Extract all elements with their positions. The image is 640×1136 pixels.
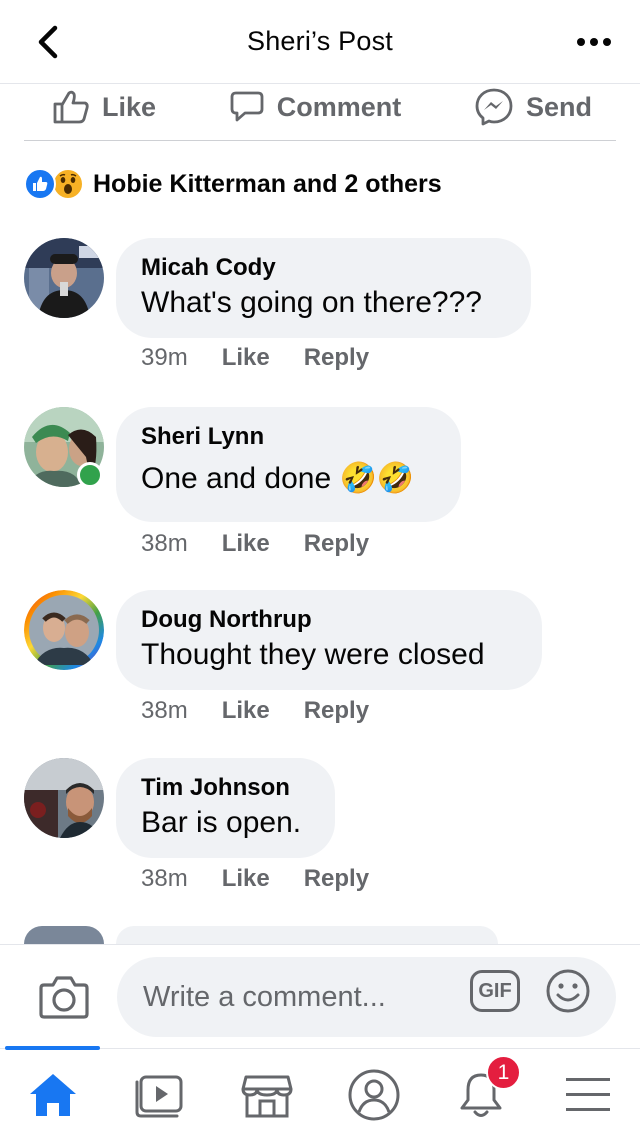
comment-composer: Write a comment... GIF bbox=[0, 944, 640, 1048]
commenter-name[interactable]: Doug Northrup bbox=[141, 606, 516, 634]
commenter-name[interactable]: Micah Cody bbox=[141, 254, 505, 282]
smiley-icon bbox=[546, 969, 590, 1013]
comment-meta: 38m Like Reply bbox=[141, 697, 369, 725]
reactions-summary[interactable]: Hobie Kitterman and 2 others bbox=[24, 164, 442, 204]
tab-menu[interactable] bbox=[558, 1067, 618, 1123]
comment-reply-button[interactable]: Reply bbox=[304, 530, 369, 558]
comment-meta: 38m Like Reply bbox=[141, 865, 369, 893]
bottom-tab-bar: 1 bbox=[0, 1046, 640, 1136]
comment-meta: 39m Like Reply bbox=[141, 344, 369, 372]
watch-icon bbox=[135, 1075, 183, 1118]
comment-input[interactable]: Write a comment... bbox=[117, 957, 616, 1037]
menu-icon bbox=[566, 1078, 610, 1111]
comment-like-button[interactable]: Like bbox=[222, 530, 270, 558]
wow-reaction-icon bbox=[52, 168, 84, 200]
comment-text: Thought they were closed bbox=[141, 638, 485, 671]
active-tab-indicator bbox=[5, 1046, 100, 1050]
tab-profile[interactable] bbox=[344, 1067, 404, 1123]
marketplace-icon bbox=[241, 1075, 293, 1118]
avatar[interactable] bbox=[24, 590, 104, 670]
comment-time: 38m bbox=[141, 865, 188, 892]
comment-bubble[interactable] bbox=[116, 926, 498, 944]
comment-text: Bar is open. bbox=[141, 806, 302, 839]
comment-icon bbox=[230, 91, 264, 122]
back-button[interactable] bbox=[28, 22, 68, 62]
comment-meta: 38m Like Reply bbox=[141, 530, 369, 558]
post-header: Sheri’s Post bbox=[0, 0, 640, 84]
tab-home[interactable] bbox=[23, 1067, 83, 1123]
comment-button[interactable]: Comment bbox=[229, 90, 402, 124]
comment-like-button[interactable]: Like bbox=[222, 697, 270, 725]
comment-bubble[interactable]: Sheri Lynn One and done 🤣🤣 bbox=[116, 407, 461, 522]
tab-watch[interactable] bbox=[130, 1067, 190, 1123]
comment-bubble[interactable]: Doug Northrup Thought they were closed bbox=[116, 590, 542, 690]
camera-button[interactable] bbox=[38, 973, 90, 1021]
comment-bubble[interactable]: Micah Cody What's going on there??? bbox=[116, 238, 531, 338]
reactions-text: Hobie Kitterman and 2 others bbox=[93, 169, 442, 198]
avatar[interactable] bbox=[24, 758, 104, 838]
comment-like-button[interactable]: Like bbox=[222, 344, 270, 372]
profile-icon bbox=[348, 1069, 400, 1121]
messenger-icon bbox=[475, 88, 513, 126]
comment-text: One and done 🤣🤣 bbox=[141, 462, 415, 495]
gif-button[interactable]: GIF bbox=[470, 970, 520, 1012]
commenter-name[interactable]: Sheri Lynn bbox=[141, 423, 435, 451]
post-actions: Like Comment Send bbox=[24, 84, 616, 141]
comment-time: 39m bbox=[141, 344, 188, 371]
send-label: Send bbox=[525, 91, 592, 122]
comment-time: 38m bbox=[141, 697, 188, 724]
camera-icon bbox=[39, 976, 89, 1019]
comment-reply-button[interactable]: Reply bbox=[304, 865, 369, 893]
comment-label: Comment bbox=[276, 91, 402, 122]
like-button[interactable]: Like bbox=[52, 90, 156, 124]
commenter-name[interactable]: Tim Johnson bbox=[141, 774, 309, 802]
home-icon bbox=[30, 1074, 76, 1116]
avatar[interactable] bbox=[24, 238, 104, 318]
like-label: Like bbox=[102, 91, 157, 122]
more-options-button[interactable] bbox=[574, 24, 614, 60]
notification-badge: 1 bbox=[486, 1055, 521, 1090]
comment-reply-button[interactable]: Reply bbox=[304, 697, 369, 725]
comment-time: 38m bbox=[141, 530, 188, 557]
comment-text: What's going on there??? bbox=[141, 286, 482, 319]
thumbs-up-icon bbox=[53, 90, 89, 124]
comment-reply-button[interactable]: Reply bbox=[304, 344, 369, 372]
chevron-left-icon bbox=[38, 25, 58, 59]
tab-marketplace[interactable] bbox=[237, 1067, 297, 1123]
send-button[interactable]: Send bbox=[474, 87, 592, 127]
page-title: Sheri’s Post bbox=[247, 26, 393, 56]
comment-like-button[interactable]: Like bbox=[222, 865, 270, 893]
like-reaction-icon bbox=[24, 168, 56, 200]
avatar[interactable] bbox=[24, 926, 104, 944]
more-dots-icon bbox=[577, 38, 611, 46]
online-status-indicator bbox=[77, 462, 103, 488]
emoji-button[interactable] bbox=[545, 968, 591, 1014]
comment-bubble[interactable]: Tim Johnson Bar is open. bbox=[116, 758, 335, 858]
